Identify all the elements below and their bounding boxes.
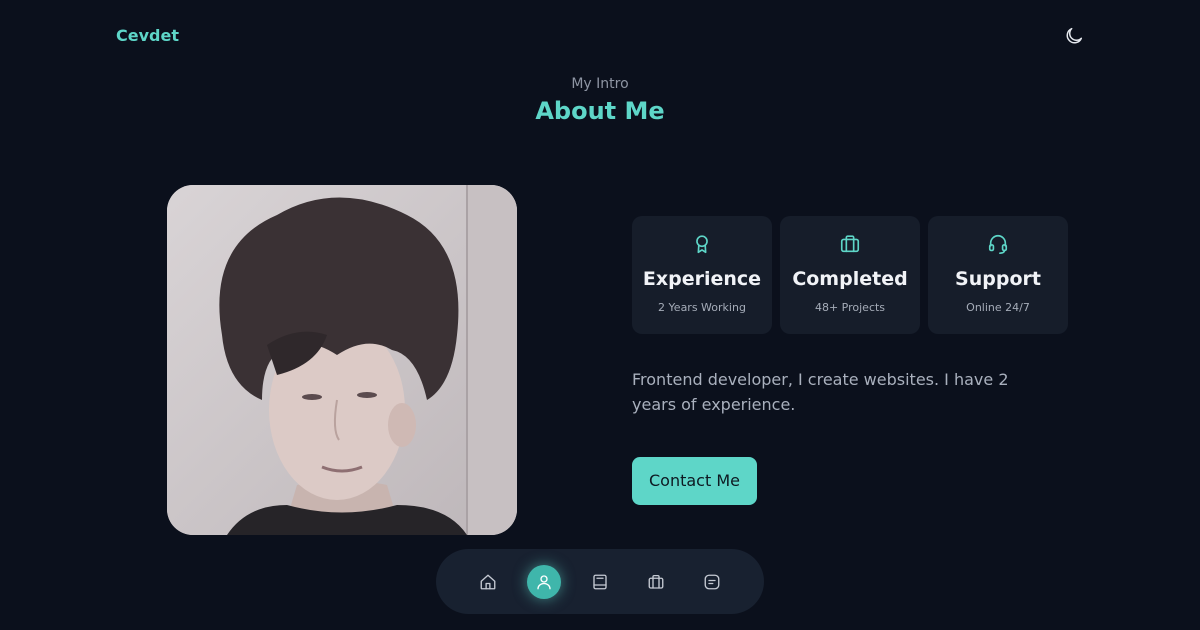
card-subtitle: 48+ Projects bbox=[814, 301, 886, 314]
bottom-nav bbox=[436, 549, 764, 614]
about-description: Frontend developer, I create websites. I… bbox=[632, 370, 1009, 414]
briefcase-icon bbox=[648, 574, 664, 589]
nav-skills[interactable] bbox=[583, 565, 617, 599]
card-title: Support bbox=[955, 268, 1041, 290]
logo[interactable]: Cevdet bbox=[116, 26, 179, 45]
card-title: Completed bbox=[792, 268, 908, 290]
section-title: About Me bbox=[535, 97, 665, 125]
nav-contact[interactable] bbox=[695, 565, 729, 599]
nav-home[interactable] bbox=[471, 565, 505, 599]
card-completed: Completed 48+ Projects bbox=[780, 216, 920, 334]
card-support: Support Online 24/7 bbox=[928, 216, 1068, 334]
section-subtitle: My Intro bbox=[571, 76, 629, 92]
book-icon bbox=[593, 574, 607, 590]
nav-about[interactable] bbox=[527, 565, 561, 599]
user-icon bbox=[537, 575, 551, 590]
home-icon bbox=[480, 574, 496, 590]
profile-photo bbox=[167, 185, 517, 535]
card-title: Experience bbox=[642, 268, 762, 290]
card-subtitle: 2 Years Working bbox=[658, 301, 746, 314]
card-experience: Experience 2 Years Working bbox=[632, 216, 772, 334]
message-icon bbox=[704, 574, 720, 590]
moon-icon[interactable] bbox=[1063, 25, 1085, 47]
contact-button[interactable]: Contact Me bbox=[632, 457, 757, 505]
card-subtitle: Online 24/7 bbox=[966, 301, 1030, 314]
briefcase-icon bbox=[839, 233, 861, 255]
nav-work[interactable] bbox=[639, 565, 673, 599]
headset-icon bbox=[987, 233, 1009, 255]
award-icon bbox=[691, 233, 713, 255]
header: Cevdet bbox=[0, 0, 1200, 72]
